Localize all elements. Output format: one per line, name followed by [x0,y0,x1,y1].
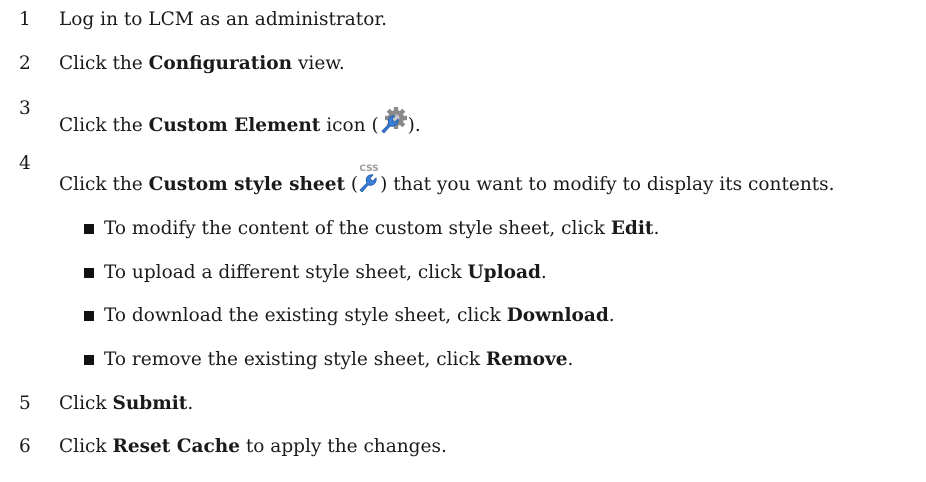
ui-term-edit: Edit [610,218,654,239]
substep-text: To remove the existing style sheet, clic… [104,349,574,370]
bullet-square-icon [84,355,94,365]
substep-text: To download the existing style sheet, cl… [104,305,615,326]
css-stylesheet-icon: CSS [358,162,380,192]
substep-text: To modify the content of the custom styl… [104,218,660,239]
substep-edit: To modify the content of the custom styl… [0,215,926,243]
ui-term-reset-cache: Reset Cache [112,436,240,457]
step-number: 6 [19,436,31,457]
step-5: 5 Click Submit. [0,390,926,418]
step-number: 5 [19,393,31,414]
substep-text: To upload a different style sheet, click… [104,262,547,283]
step-text: Log in to LCM as an administrator. [59,9,388,30]
ui-term-upload: Upload [467,262,541,283]
custom-element-gear-icon [379,107,408,133]
step-text: Click the Custom Element icon (). [59,105,421,140]
bullet-square-icon [84,268,94,278]
step-number: 2 [19,53,31,74]
step-number: 4 [19,153,31,174]
step-text: Click Reset Cache to apply the changes. [59,436,447,457]
step-text: Click the Custom style sheet ( CSS ) tha… [59,162,835,195]
ui-term-submit: Submit [112,393,188,414]
step-number: 3 [19,98,31,119]
step-text: Click Submit. [59,393,194,414]
step-3: 3 Click the Custom Element icon (). [0,98,926,136]
bullet-square-icon [84,311,94,321]
substep-remove: To remove the existing style sheet, clic… [0,346,926,374]
step-text: Click the Configuration view. [59,53,345,74]
ui-term-custom-element: Custom Element [148,115,321,136]
ui-term-download: Download [506,305,609,326]
bullet-square-icon [84,224,94,234]
ui-term-configuration: Configuration [148,53,293,74]
ui-term-custom-style-sheet: Custom style sheet [148,174,346,195]
svg-text:CSS: CSS [359,164,378,174]
substep-download: To download the existing style sheet, cl… [0,302,926,330]
step-6: 6 Click Reset Cache to apply the changes… [0,433,926,461]
step-1: 1 Log in to LCM as an administrator. [0,6,926,34]
step-number: 1 [19,9,31,30]
ui-term-remove: Remove [485,349,568,370]
step-2: 2 Click the Configuration view. [0,50,926,78]
substep-upload: To upload a different style sheet, click… [0,259,926,287]
step-4: 4 Click the Custom style sheet ( CSS ) t… [0,153,926,195]
